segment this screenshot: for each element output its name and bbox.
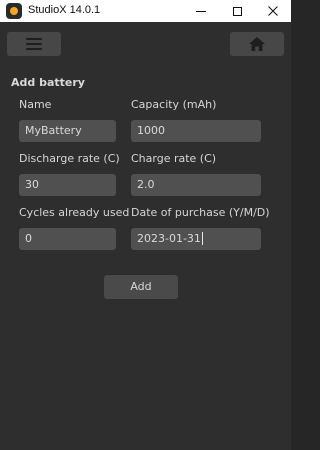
minimize-button[interactable] xyxy=(183,0,219,22)
add-button[interactable]: Add xyxy=(104,275,178,299)
maximize-button[interactable] xyxy=(219,0,255,22)
home-icon xyxy=(249,37,265,51)
app-icon xyxy=(6,3,22,19)
name-input[interactable]: MyBattery xyxy=(19,120,116,142)
purchase-date-input[interactable]: 2023-01-31 xyxy=(131,228,261,250)
discharge-rate-label: Discharge rate (C) xyxy=(19,152,120,165)
menu-button[interactable] xyxy=(7,32,61,56)
discharge-rate-input[interactable]: 30 xyxy=(19,174,116,196)
hamburger-menu-icon xyxy=(26,38,42,50)
purchase-date-value: 2023-01-31 xyxy=(137,232,201,245)
home-button[interactable] xyxy=(230,32,284,56)
form-title: Add battery xyxy=(11,76,85,89)
text-cursor xyxy=(201,231,203,245)
purchase-date-label: Date of purchase (Y/M/D) xyxy=(131,206,270,219)
close-button[interactable] xyxy=(255,0,291,22)
maximize-icon xyxy=(232,6,242,16)
capacity-label: Capacity (mAh) xyxy=(131,98,217,111)
window-title: StudioX 14.0.1 xyxy=(28,4,101,16)
name-label: Name xyxy=(19,98,52,111)
cycles-label: Cycles already used xyxy=(19,206,130,219)
charge-rate-label: Charge rate (C) xyxy=(131,152,217,165)
app-content: Add battery Name Capacity (mAh) MyBatter… xyxy=(0,22,291,450)
capacity-input[interactable]: 1000 xyxy=(131,120,261,142)
minimize-icon xyxy=(196,10,206,12)
close-icon xyxy=(268,6,278,16)
cycles-input[interactable]: 0 xyxy=(19,228,116,250)
charge-rate-input[interactable]: 2.0 xyxy=(131,174,261,196)
window-titlebar: StudioX 14.0.1 xyxy=(0,0,291,22)
